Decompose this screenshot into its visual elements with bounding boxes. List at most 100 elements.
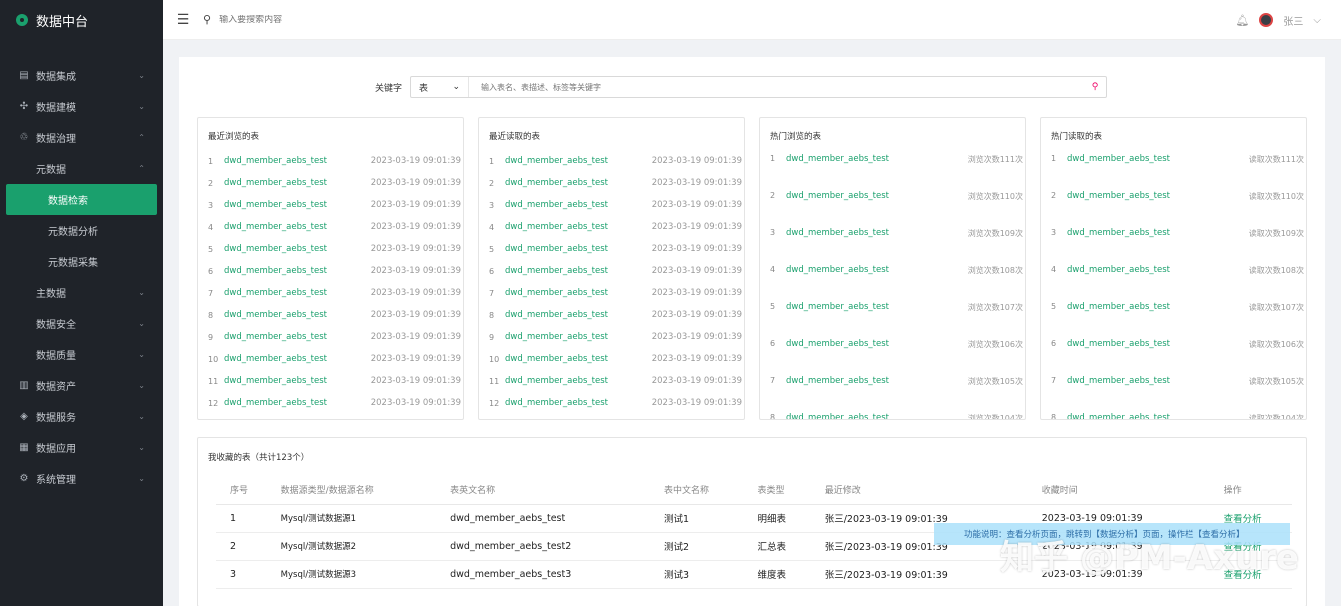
- view-analysis-link[interactable]: 查看分析: [1209, 560, 1292, 589]
- table-name-link[interactable]: dwd_member_aebs_test: [224, 332, 371, 342]
- table-name-link[interactable]: dwd_member_aebs_test: [224, 398, 371, 408]
- table-name-link[interactable]: dwd_member_aebs_test: [1067, 154, 1249, 164]
- table-name-link[interactable]: dwd_member_aebs_test: [505, 156, 652, 166]
- sidebar-item-label: 元数据: [36, 165, 66, 176]
- table-name-link[interactable]: dwd_member_aebs_test: [1067, 191, 1249, 201]
- sidebar-item[interactable]: ▦ 数据应用 ⌄: [0, 432, 163, 463]
- datasource: Mysql/测试数据源2: [266, 532, 437, 561]
- table-name-link[interactable]: dwd_member_aebs_test: [505, 222, 652, 232]
- table-name-link[interactable]: dwd_member_aebs_test: [224, 178, 371, 188]
- card-list: 1 dwd_member_aebs_test 浏览次数111次 2 dwd_member…: [760, 150, 1025, 420]
- row-number: 5: [489, 244, 495, 254]
- card-title: 最近读取的表: [489, 132, 541, 142]
- row-meta: 2023-03-19 09:01:39: [370, 222, 461, 232]
- row-meta: 2023-03-19 09:01:39: [651, 178, 742, 188]
- sidebar-item[interactable]: ▤ 数据集成 ⌄: [0, 60, 163, 91]
- sidebar-item[interactable]: ♲ 数据治理 ⌃: [0, 122, 163, 153]
- table-name-link[interactable]: dwd_member_aebs_test: [505, 244, 652, 254]
- table-name-link[interactable]: dwd_member_aebs_test: [224, 310, 371, 320]
- table-name-link[interactable]: dwd_member_aebs_test: [505, 266, 652, 276]
- brand[interactable]: 数据中台: [0, 0, 163, 40]
- table-name-link[interactable]: dwd_member_aebs_test: [224, 244, 371, 254]
- sidebar-item[interactable]: ✣ 数据建模 ⌄: [0, 91, 163, 122]
- sidebar-item[interactable]: ⚙ 系统管理 ⌄: [0, 463, 163, 494]
- table-name-link[interactable]: dwd_member_aebs_test: [1067, 413, 1249, 419]
- avatar[interactable]: [1259, 13, 1274, 27]
- row-number: 8: [770, 413, 776, 420]
- sidebar-item[interactable]: 元数据采集: [0, 246, 163, 277]
- sidebar-item[interactable]: 数据质量 ⌄: [0, 339, 163, 370]
- table-name-link[interactable]: dwd_member_aebs_test: [505, 376, 652, 386]
- search-icon[interactable]: ⚲: [203, 13, 211, 26]
- sidebar-item[interactable]: 元数据分析: [0, 215, 163, 246]
- table-name-link[interactable]: dwd_member_aebs_test: [224, 200, 371, 210]
- table-name-link[interactable]: dwd_member_aebs_test: [224, 222, 371, 232]
- chevron-down-icon[interactable]: ⌵: [1313, 15, 1321, 26]
- type-select-value: 表: [419, 83, 429, 94]
- user-name[interactable]: 张三: [1283, 13, 1303, 28]
- row-meta: 浏览次数106次: [967, 340, 1023, 349]
- table-name-link[interactable]: dwd_member_aebs_test: [505, 398, 652, 408]
- row-number: 8: [208, 310, 214, 320]
- table-name-link[interactable]: dwd_member_aebs_test: [786, 302, 968, 312]
- table-name-link[interactable]: dwd_member_aebs_test: [1067, 228, 1249, 238]
- list-item: 2 dwd_member_aebs_test 读取次数110次: [1041, 187, 1306, 224]
- table-name-link[interactable]: dwd_member_aebs_test: [786, 413, 968, 419]
- sidebar-item[interactable]: ◈ 数据服务 ⌄: [0, 401, 163, 432]
- global-search-input[interactable]: [219, 14, 520, 25]
- table-name-link[interactable]: dwd_member_aebs_test: [505, 332, 652, 342]
- table-name-link[interactable]: dwd_member_aebs_test: [224, 266, 371, 276]
- table-name-link[interactable]: dwd_member_aebs_test: [1067, 302, 1249, 312]
- row-number: 3: [770, 228, 776, 237]
- bell-icon[interactable]: 🔔︎: [1235, 14, 1249, 27]
- table-name-link[interactable]: dwd_member_aebs_test: [786, 339, 968, 349]
- sidebar-item[interactable]: 数据安全 ⌄: [0, 308, 163, 339]
- list-item: 4 dwd_member_aebs_test 读取次数108次: [1041, 261, 1306, 298]
- list-item: 3 dwd_member_aebs_test 浏览次数109次: [760, 224, 1025, 261]
- sidebar-item[interactable]: 数据检索: [6, 184, 157, 215]
- list-item: 5 dwd_member_aebs_test 浏览次数107次: [760, 298, 1025, 335]
- table-name-link[interactable]: dwd_member_aebs_test: [505, 354, 652, 364]
- table-name-link[interactable]: dwd_member_aebs_test: [1067, 376, 1249, 386]
- row-meta: 浏览次数107次: [967, 303, 1023, 312]
- table-name-link[interactable]: dwd_member_aebs_test: [786, 191, 968, 201]
- column-header: 表类型: [743, 476, 811, 505]
- table-name-link[interactable]: dwd_member_aebs_test: [505, 178, 652, 188]
- table-name-link[interactable]: dwd_member_aebs_test: [505, 310, 652, 320]
- table-name-link[interactable]: dwd_member_aebs_test: [224, 376, 371, 386]
- row-number: 3: [216, 560, 267, 589]
- keyword-input[interactable]: [469, 82, 1085, 92]
- service-icon: ◈: [20, 411, 28, 422]
- sidebar-item-label: 数据服务: [36, 413, 76, 424]
- sidebar-item[interactable]: ▥ 数据资产 ⌄: [0, 370, 163, 401]
- hamburger-icon[interactable]: ☰: [163, 12, 203, 28]
- column-header: 收藏时间: [1027, 476, 1210, 505]
- list-item: 4 dwd_member_aebs_test 2023-03-19 09:01:39: [479, 216, 744, 238]
- list-item: 8 dwd_member_aebs_test 浏览次数104次: [760, 409, 1025, 420]
- search-icon[interactable]: ⚲: [1084, 82, 1106, 92]
- list-item: 2 dwd_member_aebs_test 浏览次数110次: [760, 187, 1025, 224]
- row-number: 2: [489, 178, 495, 188]
- table-name-link[interactable]: dwd_member_aebs_test: [786, 265, 968, 275]
- table-name-link[interactable]: dwd_member_aebs_test: [786, 228, 968, 238]
- table-name-link[interactable]: dwd_member_aebs_test: [505, 288, 652, 298]
- table-name-link[interactable]: dwd_member_aebs_test: [786, 376, 968, 386]
- list-item: 7 dwd_member_aebs_test 2023-03-19 09:01:39: [479, 282, 744, 304]
- row-meta: 2023-03-19 09:01:39: [651, 398, 742, 408]
- column-header: 表中文名称: [650, 476, 744, 505]
- type-select[interactable]: 表 ⌄: [411, 77, 470, 97]
- table-name-link[interactable]: dwd_member_aebs_test: [1067, 265, 1249, 275]
- table-name-link[interactable]: dwd_member_aebs_test: [1067, 339, 1249, 349]
- table-name-link[interactable]: dwd_member_aebs_test: [224, 354, 371, 364]
- table-name-link[interactable]: dwd_member_aebs_test: [224, 156, 371, 166]
- sidebar-item[interactable]: 元数据 ⌃: [0, 153, 163, 184]
- table-name-link[interactable]: dwd_member_aebs_test: [505, 200, 652, 210]
- row-number: 5: [1051, 302, 1057, 311]
- table-name-link[interactable]: dwd_member_aebs_test: [224, 288, 371, 298]
- row-meta: 读取次数104次: [1248, 414, 1304, 420]
- sidebar-item[interactable]: 主数据 ⌄: [0, 277, 163, 308]
- list-item: 4 dwd_member_aebs_test 浏览次数108次: [760, 261, 1025, 298]
- table-name-link[interactable]: dwd_member_aebs_test: [786, 154, 968, 164]
- row-meta: 2023-03-19 09:01:39: [370, 398, 461, 408]
- row-meta: 2023-03-19 09:01:39: [651, 266, 742, 276]
